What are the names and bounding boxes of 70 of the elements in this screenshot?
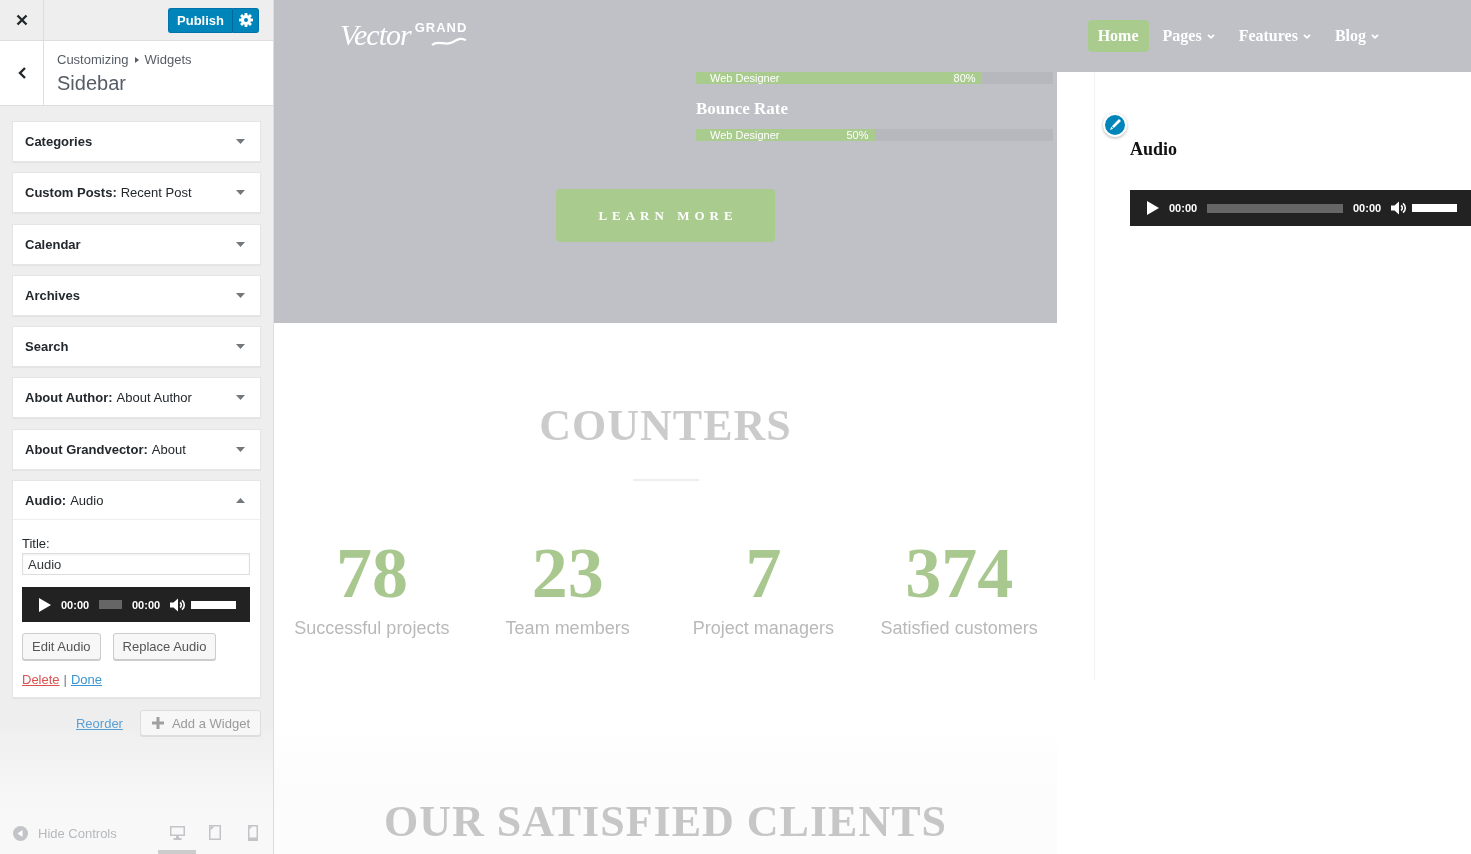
reorder-link[interactable]: Reorder (76, 715, 123, 731)
play-icon[interactable] (39, 597, 51, 612)
settings-button[interactable] (232, 7, 259, 33)
duration-time: 00:00 (132, 598, 160, 611)
widget-name: About Grandvector: (25, 441, 148, 457)
widget-name: Archives (25, 287, 80, 303)
delete-link[interactable]: Delete (22, 672, 60, 689)
widget-card[interactable]: Calendar (12, 223, 261, 265)
widget-card[interactable]: Categories (12, 121, 261, 162)
widget-name: Audio: (25, 492, 67, 508)
counter-value: 78 (335, 533, 408, 613)
widget-card[interactable]: About Author: About Author (12, 377, 261, 419)
counter-value: 23 (531, 533, 604, 613)
breadcrumb-item: Widgets (144, 52, 192, 68)
title-input[interactable]: Audio (22, 553, 250, 576)
section-title: Sidebar (57, 71, 127, 95)
widget-name: Calendar (25, 236, 81, 252)
audio-action-button[interactable]: Replace Audio (112, 633, 217, 661)
play-icon[interactable] (1147, 201, 1159, 215)
widget-instance-title: Audio (70, 492, 104, 508)
volume-icon[interactable] (170, 597, 186, 612)
current-time: 00:00 (61, 598, 89, 611)
skill-label: Web Designer (710, 72, 780, 84)
skill-label: Web Designer (710, 129, 780, 141)
publish-button[interactable]: Publish (168, 7, 232, 33)
field-label: Title: (22, 536, 51, 553)
chevron-left-icon (17, 67, 26, 79)
widget-instance-title: About (151, 441, 186, 457)
skill-heading: Bounce Rate (696, 99, 790, 119)
widget-card[interactable]: About Grandvector: About (12, 428, 261, 470)
skill-reading: 80% (953, 72, 976, 84)
breadcrumb-arrow-icon (134, 57, 139, 63)
audio-action-button[interactable]: Edit Audio (22, 633, 101, 661)
widget-name: Custom Posts: (25, 185, 117, 201)
close-icon (15, 14, 28, 26)
widget-card[interactable]: Audio: Audio Title: Audio 00:00 00:00 Edit Audio Replace Audio Delete | Done (12, 480, 261, 699)
current-time: 00:00 (1169, 202, 1197, 214)
progress-track[interactable] (1207, 203, 1343, 213)
widget-instance-title: About Author (116, 390, 192, 406)
breadcrumb-item: Customizing (57, 52, 129, 68)
left-arrow-circle-icon (13, 826, 28, 841)
link-separator: | (63, 672, 67, 689)
widget-card[interactable]: Search (12, 326, 261, 368)
counter-label: Satisfied customers (880, 617, 1038, 639)
counter-label: Project managers (692, 617, 834, 639)
edit-icon[interactable] (1103, 113, 1127, 137)
volume-icon[interactable] (1391, 201, 1407, 215)
widget-card[interactable]: Archives (12, 274, 261, 316)
tablet-icon (209, 825, 221, 840)
widget-name: About Author: (25, 390, 113, 406)
logo-swash-icon (431, 37, 468, 47)
widget-name: Categories (25, 134, 93, 149)
counter-label: Team members (505, 617, 630, 639)
counter-value: 374 (905, 533, 1014, 613)
progress-track[interactable] (99, 600, 122, 610)
gear-icon (238, 13, 253, 27)
skill-reading: 50% (846, 129, 869, 141)
widget-card[interactable]: Custom Posts: Recent Post (12, 172, 261, 214)
mobile-icon (248, 824, 258, 841)
done-link[interactable]: Done (70, 672, 103, 689)
widget-title: Audio (1130, 139, 1179, 159)
widget-instance-title: Recent Post (120, 185, 192, 201)
counter-value: 7 (745, 533, 782, 613)
widget-name: Search (25, 339, 69, 355)
plus-icon (151, 717, 164, 730)
counter-label: Successful projects (294, 617, 450, 639)
desktop-icon (169, 825, 185, 840)
duration-time: 00:00 (1353, 202, 1381, 214)
volume-fill[interactable] (191, 600, 236, 609)
add-widget-button[interactable]: Add a Widget (139, 710, 261, 737)
